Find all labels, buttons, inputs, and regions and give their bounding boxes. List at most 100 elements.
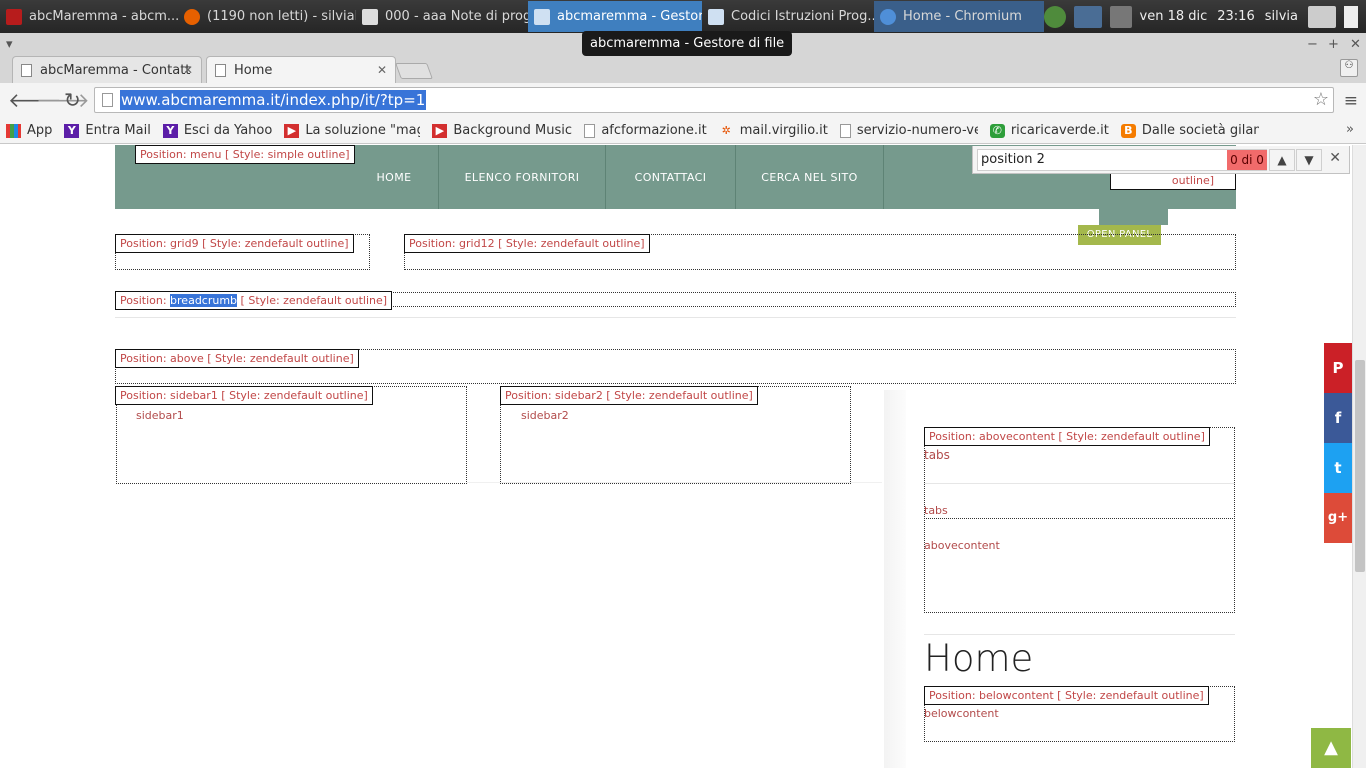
page-scrollbar[interactable]	[1352, 145, 1366, 768]
firefox-icon	[184, 8, 200, 25]
os-taskbar: abcMaremma - abcm... (1190 non letti) - …	[0, 0, 1366, 33]
facebook-icon[interactable]: f	[1324, 393, 1352, 443]
task-file-manager-codici[interactable]: Codici Istruzioni Prog...	[702, 1, 874, 32]
position-label-menu: Position: menu [ Style: simple outline]	[135, 145, 355, 164]
clock-time[interactable]: 23:16	[1217, 9, 1254, 24]
browser-tab-home[interactable]: Home ✕	[206, 56, 396, 83]
reload-icon[interactable]: ↻	[64, 89, 81, 111]
tab-title: abcMaremma - Contatt	[40, 62, 191, 78]
find-close-icon[interactable]: ✕	[1329, 150, 1341, 166]
bookmark-background-music[interactable]: ▶ Background Music I	[432, 123, 572, 138]
bookmark-label: Background Music I	[453, 123, 573, 138]
usb-icon[interactable]	[1344, 5, 1358, 28]
bookmark-dalle-societa[interactable]: B Dalle società gilanic	[1120, 123, 1259, 138]
position-label-belowcontent: Position: belowcontent [ Style: zendefau…	[924, 686, 1209, 705]
bookmark-app[interactable]: App	[6, 123, 52, 138]
network-icon[interactable]	[1109, 5, 1132, 28]
page-icon	[21, 63, 32, 77]
page-icon	[215, 63, 226, 77]
clock-date[interactable]: ven 18 dic	[1140, 9, 1208, 24]
position-label-grid12: Position: grid12 [ Style: zendefault out…	[404, 234, 650, 253]
bookmark-entra-mail[interactable]: Y Entra Mail	[64, 123, 151, 138]
youtube-icon: ▶	[284, 123, 300, 138]
bookmark-label: Dalle società gilanic	[1141, 123, 1259, 138]
bookmark-label: servizio-numero-ver	[856, 123, 978, 138]
abovecontent-text: abovecontent	[924, 539, 1000, 552]
back-to-top-button[interactable]: ▲	[1311, 728, 1351, 768]
yahoo-icon: Y	[162, 123, 178, 138]
user-name[interactable]: silvia	[1265, 9, 1298, 24]
minimize-icon[interactable]: −	[1307, 37, 1318, 52]
column-gutter	[884, 390, 906, 768]
menu-contattaci[interactable]: CONTATTACI	[606, 145, 736, 209]
task-chromium[interactable]: Home - Chromium	[874, 1, 1044, 32]
task-label: Home - Chromium	[903, 9, 1022, 24]
task-filezilla[interactable]: abcMaremma - abcm...	[0, 1, 178, 32]
profile-icon[interactable]: ⚇	[1340, 59, 1358, 77]
pinterest-icon[interactable]: P	[1324, 343, 1352, 393]
bookmark-servizio-numero[interactable]: servizio-numero-ver	[839, 123, 978, 138]
blogger-icon: B	[1120, 123, 1136, 138]
bookmark-star-icon[interactable]: ☆	[1313, 89, 1329, 110]
scrollbar-thumb[interactable]	[1355, 360, 1365, 572]
twitter-icon[interactable]: t	[1324, 443, 1352, 493]
maximize-icon[interactable]: +	[1328, 37, 1339, 52]
panel-tab	[1099, 209, 1168, 225]
position-label-grid9: Position: grid9 [ Style: zendefault outl…	[115, 234, 354, 253]
google-plus-icon[interactable]: g+	[1324, 493, 1352, 543]
abovecontent-inner-outline	[924, 518, 1235, 613]
task-text-editor[interactable]: 000 - aaa Note di prog...	[356, 1, 528, 32]
forward-icon[interactable]: 🡒	[36, 89, 90, 111]
bookmark-esci-yahoo[interactable]: Y Esci da Yahoo	[162, 123, 272, 138]
page-icon	[839, 123, 851, 138]
bookmark-ricaricaverde[interactable]: ✆ ricaricaverde.it	[989, 123, 1109, 138]
bookmarks-more-icon[interactable]: »	[1346, 122, 1354, 137]
task-file-manager-abcmaremma[interactable]: abcmaremma - Gestor...	[528, 1, 702, 32]
bookmarks-bar: App Y Entra Mail Y Esci da Yahoo ▶ La so…	[0, 118, 1366, 144]
task-label: abcMaremma - abcm...	[29, 9, 178, 24]
sidebar2-text: sidebar2	[521, 409, 569, 422]
breadcrumb-label-prefix: Position:	[120, 294, 171, 307]
drive-icon[interactable]	[1308, 5, 1336, 28]
browser-tab-contatti[interactable]: abcMaremma - Contatt ✕	[12, 56, 202, 83]
filezilla-icon	[6, 8, 22, 25]
menu-elenco-fornitori[interactable]: ELENCO FORNITORI	[439, 145, 606, 209]
bookmark-afcformazione[interactable]: afcformazione.it	[584, 123, 707, 138]
bookmark-label: La soluzione "magic	[305, 123, 420, 138]
new-tab-button[interactable]	[395, 63, 433, 79]
position-label-abovecontent: Position: abovecontent [ Style: zendefau…	[924, 427, 1210, 446]
divider	[924, 483, 1235, 484]
sidebar1-text: sidebar1	[136, 409, 184, 422]
bookmark-soluzione[interactable]: ▶ La soluzione "magic	[284, 123, 420, 138]
close-window-icon[interactable]: ✕	[1350, 37, 1361, 52]
position-label-sidebar2: Position: sidebar2 [ Style: zendefault o…	[500, 386, 758, 405]
address-url[interactable]: www.abcmaremma.it/index.php/it/?tp=1	[120, 90, 427, 110]
position-label-breadcrumb: Position: breadcrumb [ Style: zendefault…	[115, 291, 393, 310]
bookmark-virgilio[interactable]: ✲ mail.virgilio.it	[719, 123, 828, 138]
find-next-button[interactable]: ▼	[1296, 149, 1322, 171]
find-previous-button[interactable]: ▲	[1269, 149, 1295, 171]
position-label-above: Position: above [ Style: zendefault outl…	[115, 349, 359, 368]
address-bar[interactable]: www.abcmaremma.it/index.php/it/?tp=1 ☆	[94, 87, 1334, 113]
menu-home[interactable]: HOME	[350, 145, 439, 209]
globe-icon[interactable]	[1043, 5, 1066, 28]
divider	[924, 634, 1235, 635]
bookmark-label: ricaricaverde.it	[1010, 123, 1109, 138]
tab-close-icon[interactable]: ✕	[183, 63, 193, 77]
task-label: abcmaremma - Gestor...	[557, 9, 702, 24]
find-input[interactable]: position 2	[977, 149, 1267, 171]
monitor-icon[interactable]	[1073, 5, 1102, 28]
phone-icon: ✆	[989, 123, 1005, 138]
task-label: 000 - aaa Note di prog...	[385, 9, 528, 24]
task-label: (1190 non letti) - silvial...	[207, 9, 356, 24]
window-menu-icon[interactable]: ▾	[6, 37, 13, 52]
hamburger-menu-icon[interactable]: ≡	[1344, 91, 1358, 111]
menu-cerca-nel-sito[interactable]: CERCA NEL SITO	[736, 145, 884, 209]
browser-toolbar: 🡐 🡒 ↻ www.abcmaremma.it/index.php/it/?tp…	[0, 83, 1366, 118]
tab-close-icon[interactable]: ✕	[377, 63, 387, 77]
belowcontent-text: belowcontent	[924, 707, 999, 720]
page-title: Home	[924, 637, 1034, 680]
bookmark-label: afcformazione.it	[601, 123, 707, 138]
task-firefox[interactable]: (1190 non letti) - silvial...	[178, 1, 356, 32]
task-label: Codici Istruzioni Prog...	[731, 9, 874, 24]
